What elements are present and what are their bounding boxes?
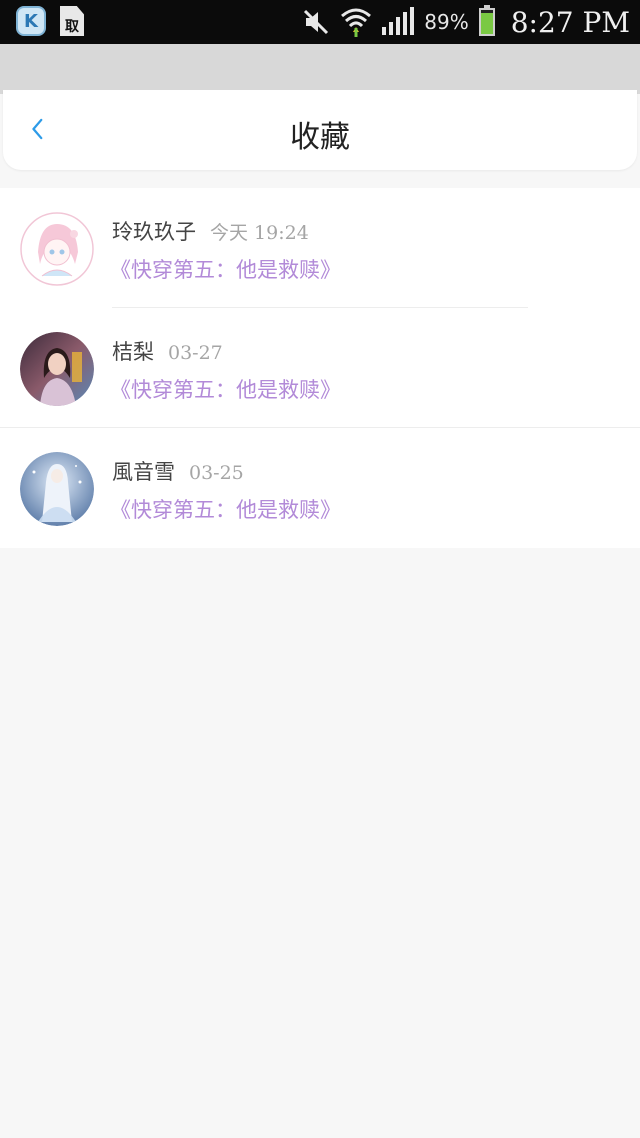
favorite-work-link[interactable]: 《快穿第五：他是救赎》 [110,254,341,284]
anime-girl-avatar[interactable] [20,212,94,286]
status-bar: K 取 89% 8:27 PM [0,0,640,44]
favorites-list: 玲玖玖子 今天 19:24 《快穿第五：他是救赎》 桔梨 03-27 《快穿第五… [0,188,640,548]
list-item[interactable]: 桔梨 03-27 《快穿第五：他是救赎》 [0,308,640,428]
favorite-user-name[interactable]: 風音雪 03-25 [112,456,244,486]
photo-girl-avatar[interactable] [20,332,94,406]
status-bar-left: K 取 [16,6,84,36]
favorite-work-link[interactable]: 《快穿第五：他是救赎》 [110,374,341,404]
battery-percent: 89% [424,10,469,34]
app-header: 收藏 [3,90,637,170]
favorite-time: 今天 19:24 [210,222,309,244]
favorite-time: 03-25 [189,462,244,484]
anime-snow-avatar[interactable] [20,452,94,526]
user-name-text: 桔梨 [112,340,154,364]
top-gray-band [0,44,640,94]
battery-level-fill [480,12,493,34]
list-item[interactable]: 玲玖玖子 今天 19:24 《快穿第五：他是救赎》 [0,188,640,308]
wifi-icon [341,8,372,37]
document-icon: 取 [60,6,84,36]
clock: 8:27 PM [510,5,630,39]
favorite-work-link[interactable]: 《快穿第五：他是救赎》 [110,494,341,524]
favorite-time: 03-27 [168,342,223,364]
signal-icon [382,7,415,35]
list-item[interactable]: 風音雪 03-25 《快穿第五：他是救赎》 [0,428,640,548]
k-app-icon: K [16,6,46,36]
user-name-text: 風音雪 [112,460,175,484]
battery-icon [478,5,495,36]
mute-icon [304,9,329,35]
user-name-text: 玲玖玖子 [112,220,196,244]
favorite-user-name[interactable]: 桔梨 03-27 [112,336,223,366]
favorite-user-name[interactable]: 玲玖玖子 今天 19:24 [112,216,309,246]
status-bar-right: 89% 8:27 PM [302,0,630,44]
page-title: 收藏 [290,120,350,155]
